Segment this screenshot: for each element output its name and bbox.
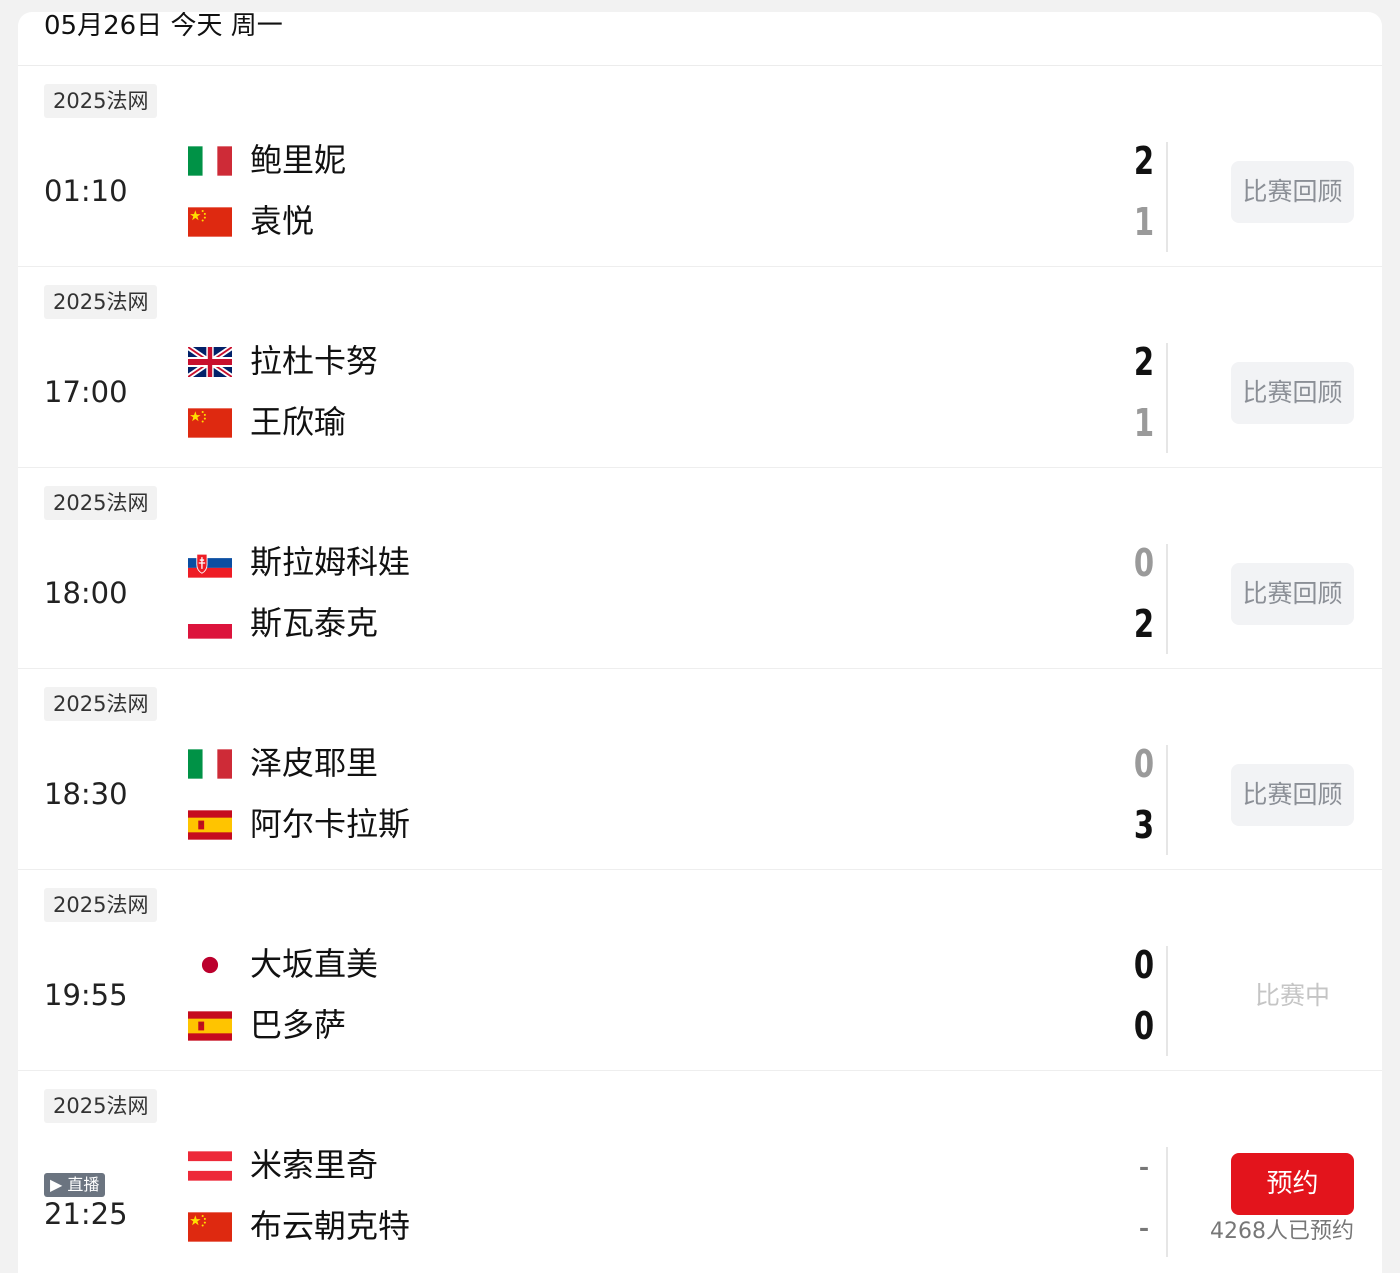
reserve-count: 4268人已预约: [1210, 1219, 1354, 1244]
player-name[interactable]: 布云朝克特: [250, 1206, 410, 1246]
match-row[interactable]: 2025法网 17:00 拉杜卡努 王欣瑜 2 1 比赛回顾: [18, 267, 1382, 468]
divider: [1166, 1147, 1168, 1257]
player-name[interactable]: 大坂直美: [250, 944, 378, 984]
japan-flag-icon: [188, 950, 232, 980]
player1-score: -: [1138, 1144, 1150, 1188]
match-row[interactable]: 2025法网 01:10 鲍里妮 袁悦 2 1 比赛回顾: [18, 66, 1382, 267]
divider: [1166, 745, 1168, 855]
player2-score: 0: [1133, 1004, 1155, 1048]
match-time: 21:25: [44, 1197, 128, 1231]
match-time: 17:00: [44, 375, 128, 409]
match-row[interactable]: 2025法网 18:30 泽皮耶里 阿尔卡拉斯 0 3 比赛回顾: [18, 669, 1382, 870]
player2-score: 1: [1133, 401, 1155, 445]
tournament-tag: 2025法网: [44, 84, 158, 118]
player2-score: 1: [1133, 200, 1155, 244]
live-badge[interactable]: ▶ 直播: [44, 1173, 106, 1197]
tournament-tag: 2025法网: [44, 888, 158, 922]
player-name[interactable]: 泽皮耶里: [250, 743, 378, 783]
player1-score: 0: [1133, 742, 1155, 786]
match-time: 18:30: [44, 777, 128, 811]
player-name[interactable]: 斯瓦泰克: [250, 603, 378, 643]
poland-flag-icon: [188, 609, 232, 639]
match-time: 01:10: [44, 174, 128, 208]
tournament-tag: 2025法网: [44, 1089, 158, 1123]
china-flag-icon: [188, 408, 232, 438]
player1-score: 2: [1133, 340, 1155, 384]
weekday-label: 周一: [230, 12, 283, 41]
italy-flag-icon: [188, 146, 232, 176]
tournament-tag: 2025法网: [44, 486, 158, 520]
uk-flag-icon: [188, 347, 232, 377]
player1-score: 0: [1133, 541, 1155, 585]
date-label: 05月26日: [44, 12, 163, 41]
divider: [1166, 343, 1168, 453]
in-play-status: 比赛中: [1254, 981, 1330, 1010]
player-name[interactable]: 袁悦: [250, 201, 314, 241]
player2-score: -: [1138, 1205, 1150, 1249]
player-name[interactable]: 王欣瑜: [250, 402, 346, 442]
player-name[interactable]: 巴多萨: [250, 1005, 346, 1045]
spain-flag-icon: [188, 1011, 232, 1041]
slovakia-flag-icon: [188, 548, 232, 578]
spain-flag-icon: [188, 810, 232, 840]
player-name[interactable]: 拉杜卡努: [250, 341, 378, 381]
today-label: 今天: [170, 12, 223, 41]
divider: [1166, 544, 1168, 654]
schedule-card: 05月26日 今天 周一 2025法网 01:10 鲍里妮 袁悦 2 1 比赛回…: [18, 12, 1382, 1273]
player-name[interactable]: 阿尔卡拉斯: [250, 804, 410, 844]
china-flag-icon: [188, 207, 232, 237]
divider: [1166, 142, 1168, 252]
match-replay-button[interactable]: 比赛回顾: [1231, 161, 1354, 223]
player2-score: 2: [1133, 602, 1155, 646]
player1-score: 2: [1133, 139, 1155, 183]
match-row[interactable]: 2025法网 18:00 斯拉姆科娃 斯瓦泰克 0 2 比赛回顾: [18, 468, 1382, 669]
date-header: 05月26日 今天 周一: [18, 12, 1382, 66]
austria-flag-icon: [188, 1151, 232, 1181]
player1-score: 0: [1133, 943, 1155, 987]
player-name[interactable]: 鲍里妮: [250, 140, 346, 180]
tournament-tag: 2025法网: [44, 687, 158, 721]
divider: [1166, 946, 1168, 1056]
match-row[interactable]: 2025法网 19:55 大坂直美 巴多萨 0 0 比赛中: [18, 870, 1382, 1071]
player-name[interactable]: 斯拉姆科娃: [250, 542, 410, 582]
match-replay-button[interactable]: 比赛回顾: [1231, 764, 1354, 826]
match-time: 19:55: [44, 978, 128, 1012]
china-flag-icon: [188, 1212, 232, 1242]
match-replay-button[interactable]: 比赛回顾: [1231, 362, 1354, 424]
match-row[interactable]: 2025法网 ▶ 直播 21:25 米索里奇 布云朝克特 - - 预约 4268…: [18, 1071, 1382, 1272]
player-name[interactable]: 米索里奇: [250, 1145, 378, 1185]
match-time: 18:00: [44, 576, 128, 610]
match-replay-button[interactable]: 比赛回顾: [1231, 563, 1354, 625]
italy-flag-icon: [188, 749, 232, 779]
reserve-button[interactable]: 预约: [1231, 1153, 1354, 1215]
player2-score: 3: [1133, 803, 1155, 847]
tournament-tag: 2025法网: [44, 285, 158, 319]
